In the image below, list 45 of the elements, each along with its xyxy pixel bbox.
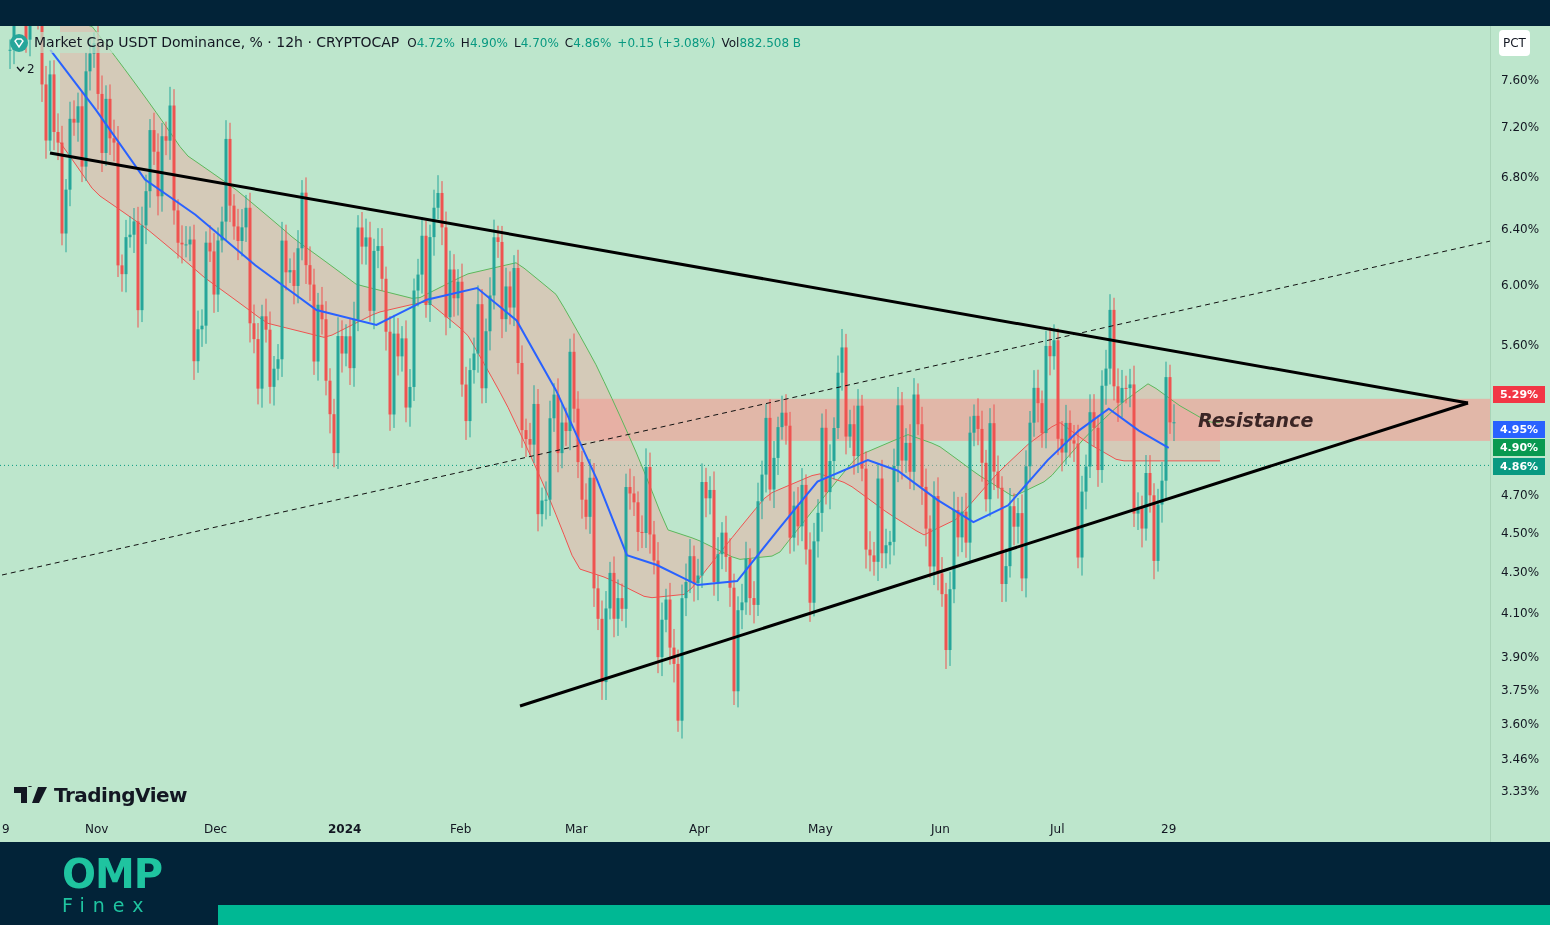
footer-logo-title: OMP (62, 854, 164, 894)
price-badge: 5.29% (1493, 386, 1545, 403)
indicators-toggle[interactable]: 2 (16, 60, 35, 78)
price-axis-label: 6.00% (1501, 278, 1540, 292)
symbol-title: Market Cap USDT Dominance, % · 12h · CRYPTOCAP (34, 32, 400, 53)
price-axis-label: 3.33% (1501, 784, 1540, 798)
chevron-down-icon (16, 66, 25, 72)
time-axis-label: Jun (931, 821, 950, 838)
footer-logo-subtitle: Finex (62, 894, 153, 916)
price-axis-label: 5.60% (1501, 338, 1540, 352)
time-axis-label: 29 (1161, 821, 1177, 838)
ohlc-value: L4.70% (514, 34, 559, 52)
ohlc-value: O4.72% (407, 34, 455, 52)
price-badge: 4.86% (1493, 458, 1545, 475)
price-change: +0.15 (+3.08%) (617, 34, 716, 52)
time-axis-label: 9 (2, 821, 10, 838)
price-axis-label: 4.50% (1501, 526, 1540, 540)
time-axis-label: Mar (565, 821, 588, 838)
scale-mode-button[interactable]: PCT (1499, 30, 1530, 56)
time-axis-label: Dec (204, 821, 228, 838)
price-badge: 4.95% (1493, 421, 1545, 438)
price-badge: 4.90% (1493, 439, 1545, 456)
price-axis-label: 7.60% (1501, 73, 1540, 87)
time-axis-label: Nov (85, 821, 109, 838)
brand-name: TradingView (54, 782, 188, 809)
time-axis-label: Feb (450, 821, 472, 838)
price-axis-label: 3.60% (1501, 717, 1540, 731)
price-axis-label: 4.10% (1501, 606, 1540, 620)
price-axis-label: 6.80% (1501, 170, 1540, 184)
price-axis-label: 6.40% (1501, 222, 1540, 236)
volume-value: Vol882.508 B (721, 34, 802, 52)
price-axis-label: 3.90% (1501, 650, 1540, 664)
time-axis-label: May (808, 821, 833, 838)
price-axis-label: 3.46% (1501, 752, 1540, 766)
price-axis-label: 4.70% (1501, 488, 1540, 502)
brand-logo-icon (14, 786, 48, 804)
ohlc-value: C4.86% (564, 34, 612, 52)
ohlc-value: H4.90% (460, 34, 508, 52)
time-axis-label: 2024 (328, 821, 362, 838)
price-axis-label: 3.75% (1501, 683, 1540, 697)
price-axis-label: 4.30% (1501, 565, 1540, 579)
time-axis-label: Apr (689, 821, 710, 838)
time-axis-label: Jul (1050, 821, 1065, 838)
price-axis-label: 7.20% (1501, 120, 1540, 134)
resistance-label: Resistance (1198, 408, 1314, 433)
